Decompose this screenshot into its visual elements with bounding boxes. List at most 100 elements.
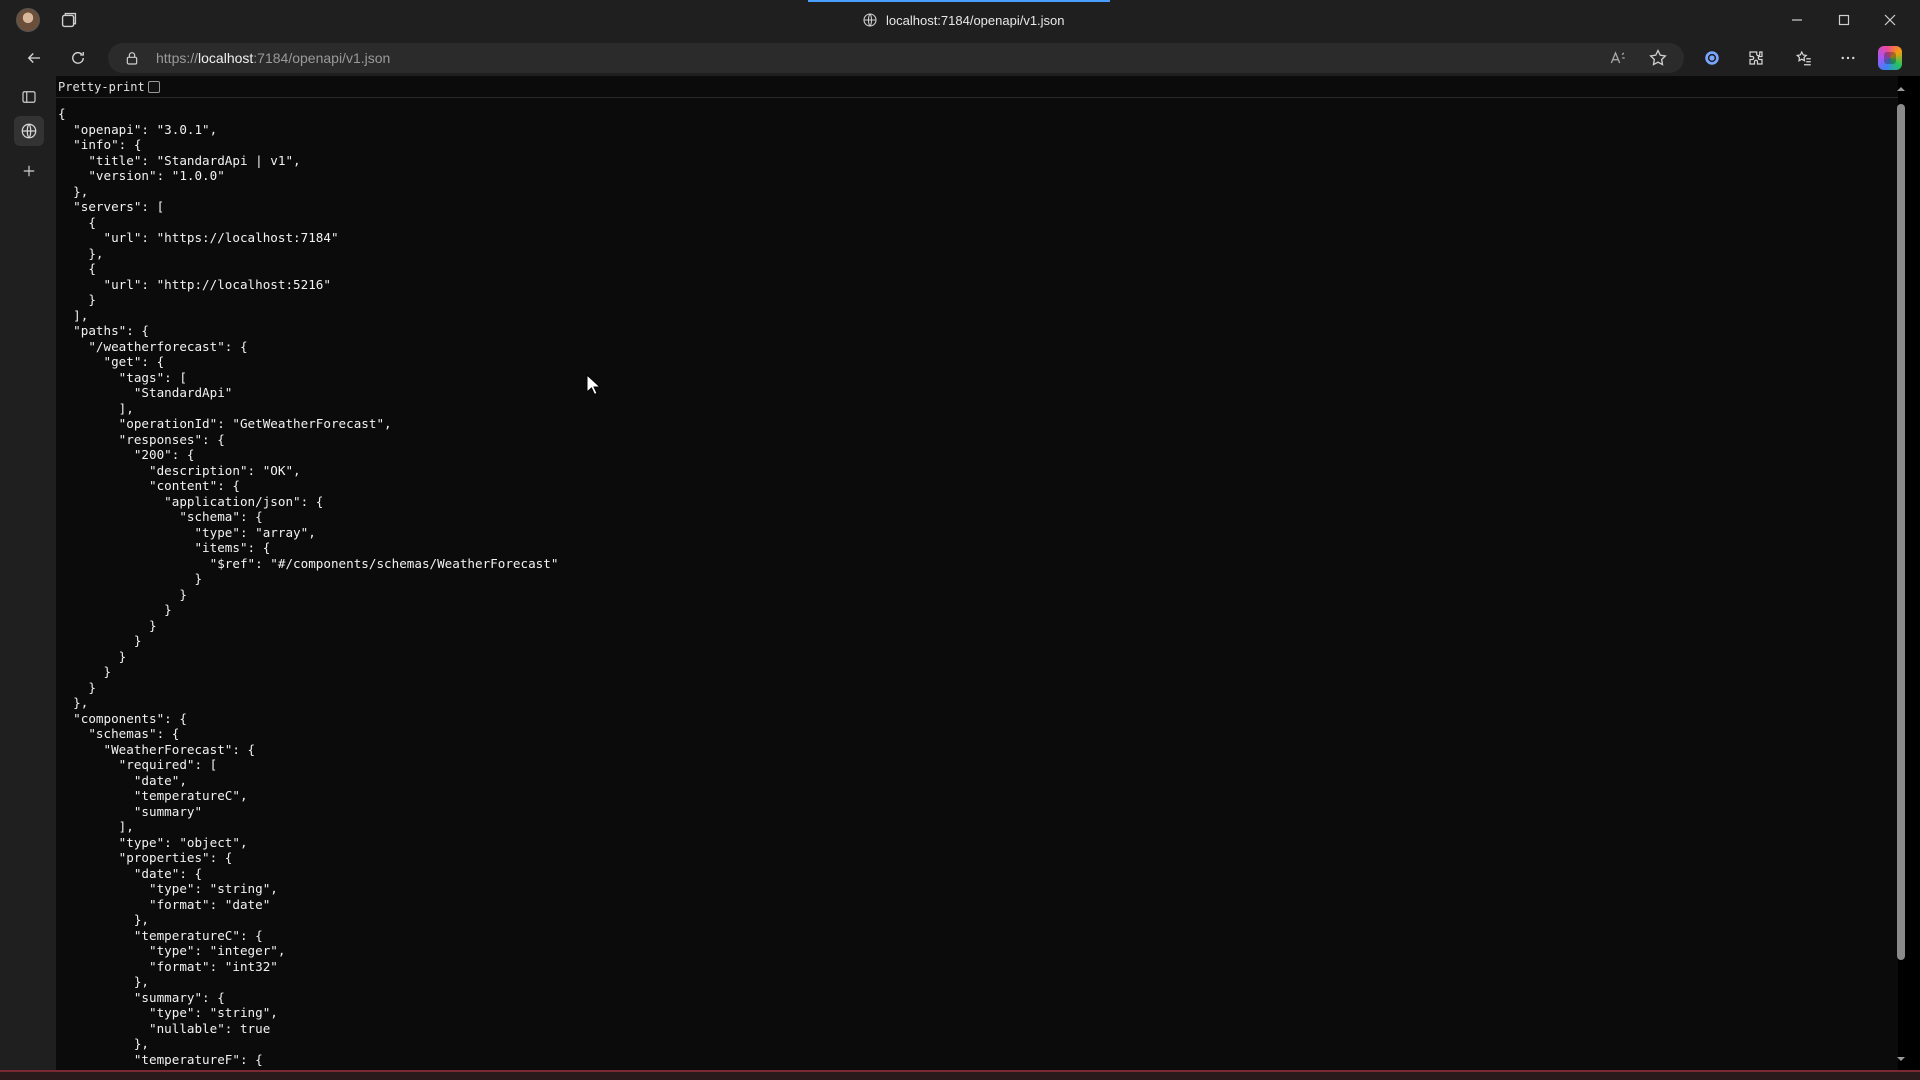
back-arrow-icon (27, 53, 40, 63)
json-line: } (58, 571, 203, 586)
star-icon[interactable] (1648, 48, 1668, 68)
json-line: } (58, 617, 157, 633)
copilot-icon[interactable] (1878, 46, 1902, 70)
more-button[interactable] (1836, 46, 1860, 70)
new-tab-button[interactable] (14, 156, 44, 186)
bottom-edge (0, 1070, 1920, 1080)
json-line: } (58, 586, 187, 602)
json-line: "nullable": true (58, 1020, 271, 1036)
json-line: { (58, 261, 96, 276)
favorites-icon (1795, 50, 1811, 66)
json-line: "type": "string", (58, 1005, 278, 1020)
close-icon (1884, 14, 1896, 26)
favorites-button[interactable] (1792, 46, 1816, 70)
json-line: "content": { (58, 478, 240, 493)
json-line: }, (58, 183, 89, 199)
json-line: ], (58, 307, 89, 323)
address-url[interactable]: https://localhost:7184/openapi/v1.json (156, 50, 390, 66)
json-line: "format": "int32" (58, 958, 278, 974)
json-line: ], (58, 400, 134, 416)
tab-toggle-button[interactable] (14, 82, 44, 112)
json-viewer: { "openapi": "3.0.1", "info": { "title":… (58, 106, 1878, 1066)
url-path: :7184/openapi/v1.json (253, 50, 391, 66)
json-line: "schemas": { (58, 726, 180, 741)
json-line: { (58, 214, 96, 230)
json-line: "get": { (58, 354, 165, 369)
vertical-tab-current[interactable] (14, 116, 44, 146)
page-content: Pretty-print { "openapi": "3.0.1", "info… (56, 76, 1898, 1070)
profile-avatar[interactable] (16, 8, 40, 32)
json-line: } (58, 664, 112, 679)
json-line: }, (58, 245, 104, 261)
json-line: "type": "array", (58, 524, 316, 540)
back-button[interactable] (22, 46, 46, 70)
json-line: }, (58, 912, 149, 927)
json-line: "summary": { (58, 989, 225, 1005)
json-line: "properties": { (58, 850, 233, 865)
json-line: "responses": { (58, 431, 225, 447)
json-line: }, (58, 695, 89, 710)
json-line: } (58, 292, 96, 307)
json-line: } (58, 648, 127, 664)
json-line: "title": "StandardApi | v1", (58, 152, 301, 168)
window-title: localhost:7184/openapi/v1.json (886, 12, 1065, 28)
refresh-button[interactable] (66, 46, 90, 70)
json-line: "format": "date" (58, 896, 271, 912)
json-line: "description": "OK", (58, 462, 301, 478)
json-line: "url": "http://localhost:5216" (58, 276, 331, 292)
close-button[interactable] (1875, 8, 1905, 32)
puzzle-icon (1749, 51, 1763, 65)
tab-actions-icon[interactable] (58, 9, 80, 31)
json-line: "StandardApi" (58, 385, 233, 400)
title-bar: localhost:7184/openapi/v1.json (0, 0, 1920, 40)
maximize-icon (1838, 14, 1850, 26)
json-line: "paths": { (58, 323, 149, 338)
active-tab-indicator (808, 0, 1110, 2)
scroll-up-icon[interactable] (1896, 84, 1906, 94)
json-line: "date": { (58, 865, 203, 881)
read-aloud-icon[interactable] (1608, 48, 1628, 68)
json-line: "servers": [ (58, 199, 165, 214)
pretty-print-label: Pretty-print (58, 80, 145, 94)
json-line: "url": "https://localhost:7184" (58, 230, 339, 245)
json-line: "type": "integer", (58, 943, 286, 958)
address-bar[interactable]: https://localhost:7184/openapi/v1.json (108, 43, 1684, 73)
extension-icon (1705, 51, 1719, 65)
json-line: "temperatureC", (58, 788, 248, 803)
json-line: } (58, 633, 142, 648)
page-scrollbar[interactable] (1894, 84, 1908, 1070)
json-line: "info": { (58, 137, 142, 152)
scroll-thumb[interactable] (1897, 104, 1905, 960)
json-line: "temperatureF": { (58, 1051, 263, 1067)
panel-icon (22, 91, 36, 103)
maximize-button[interactable] (1829, 8, 1859, 32)
minimize-button[interactable] (1782, 8, 1812, 32)
extension-button[interactable] (1700, 46, 1724, 70)
lock-icon[interactable] (124, 50, 140, 66)
globe-icon (863, 13, 877, 27)
json-line: } (58, 602, 172, 617)
more-icon (1841, 56, 1855, 60)
json-line: "version": "1.0.0" (58, 168, 225, 183)
window-title-group: localhost:7184/openapi/v1.json (862, 10, 1065, 30)
json-line: "type": "object", (58, 834, 248, 850)
browser-toolbar: https://localhost:7184/openapi/v1.json (0, 40, 1920, 76)
json-line: "items": { (58, 540, 271, 555)
json-line: }, (58, 1036, 149, 1051)
extensions-button[interactable] (1744, 46, 1768, 70)
json-line: "required": [ (58, 757, 218, 772)
json-line: "type": "string", (58, 881, 278, 896)
pretty-print-checkbox[interactable] (148, 81, 160, 93)
scroll-down-icon[interactable] (1896, 1054, 1906, 1064)
globe-icon (21, 123, 37, 139)
json-line: } (58, 679, 96, 695)
pretty-print-bar: Pretty-print (56, 76, 1898, 98)
json-line: "/weatherforecast": { (58, 338, 248, 354)
json-line: "openapi": "3.0.1", (58, 121, 218, 137)
json-line: "WeatherForecast": { (58, 741, 256, 757)
json-line: "summary" (58, 803, 203, 819)
json-line: "operationId": "GetWeatherForecast", (58, 416, 392, 431)
mouse-cursor-icon (586, 374, 602, 396)
json-line: "application/json": { (58, 493, 324, 509)
json-line: "tags": [ (58, 369, 187, 385)
